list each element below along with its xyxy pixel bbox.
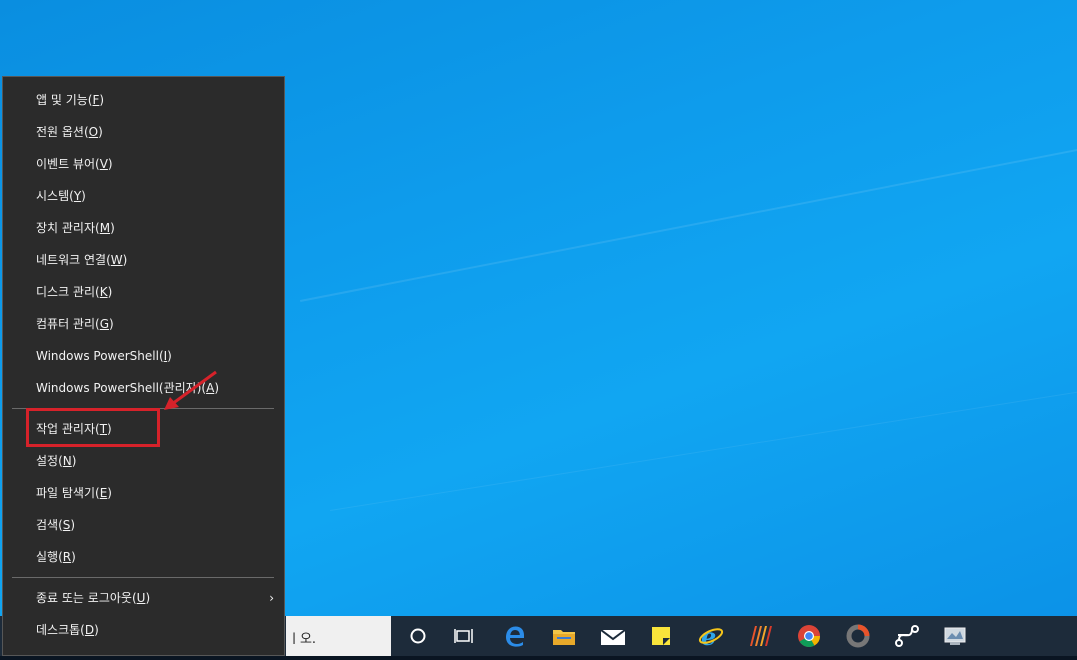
mail-icon[interactable] — [590, 616, 636, 656]
internet-explorer-icon[interactable]: e — [688, 616, 734, 658]
menu-item-search[interactable]: 검색(S) — [3, 510, 284, 540]
menu-item-settings[interactable]: 설정(N) — [3, 446, 284, 476]
menu-item-run[interactable]: 실행(R) — [3, 542, 284, 572]
edge-icon[interactable] — [492, 616, 538, 656]
menu-separator — [12, 577, 274, 578]
sticky-notes-icon[interactable] — [638, 616, 684, 658]
task-view-icon[interactable] — [441, 616, 487, 656]
taskbar-search-box[interactable]: ㅣ오. — [286, 616, 391, 660]
search-placeholder: ㅣ오. — [288, 632, 317, 647]
monitor-app-icon[interactable] — [933, 616, 979, 658]
circle-app-icon[interactable] — [835, 616, 881, 658]
light-streak — [300, 128, 1077, 302]
light-streak — [330, 384, 1077, 511]
menu-item-computer-management[interactable]: 컴퓨터 관리(G) — [3, 309, 284, 339]
chevron-right-icon: › — [269, 591, 274, 605]
menu-item-system[interactable]: 시스템(Y) — [3, 181, 284, 211]
menu-item-network-connections[interactable]: 네트워크 연결(W) — [3, 245, 284, 275]
menu-item-desktop[interactable]: 데스크톱(D) — [3, 615, 284, 645]
chrome-icon[interactable] — [786, 616, 832, 658]
menu-item-file-explorer[interactable]: 파일 탐색기(E) — [3, 478, 284, 508]
menu-item-device-manager[interactable]: 장치 관리자(M) — [3, 213, 284, 243]
menu-item-shutdown-signout[interactable]: 종료 또는 로그아웃(U) › — [3, 583, 284, 613]
winx-context-menu: 앱 및 기능(F) 전원 옵션(O) 이벤트 뷰어(V) 시스템(Y) 장치 관… — [2, 76, 285, 656]
fn-app-icon[interactable] — [884, 616, 930, 658]
cortana-icon[interactable] — [395, 616, 441, 656]
menu-item-powershell[interactable]: Windows PowerShell(I) — [3, 341, 284, 371]
menu-item-apps-features[interactable]: 앱 및 기능(F) — [3, 85, 284, 115]
red-arrow-icon — [164, 370, 217, 410]
menu-item-event-viewer[interactable]: 이벤트 뷰어(V) — [3, 149, 284, 179]
menu-item-powershell-admin[interactable]: Windows PowerShell(관리자)(A) — [3, 373, 284, 403]
menu-item-disk-management[interactable]: 디스크 관리(K) — [3, 277, 284, 307]
file-explorer-icon[interactable] — [541, 616, 587, 656]
highlight-box — [26, 408, 160, 447]
app-stripes-icon[interactable] — [738, 616, 784, 658]
menu-item-power-options[interactable]: 전원 옵션(O) — [3, 117, 284, 147]
taskbar-bottom-edge — [0, 656, 1077, 660]
